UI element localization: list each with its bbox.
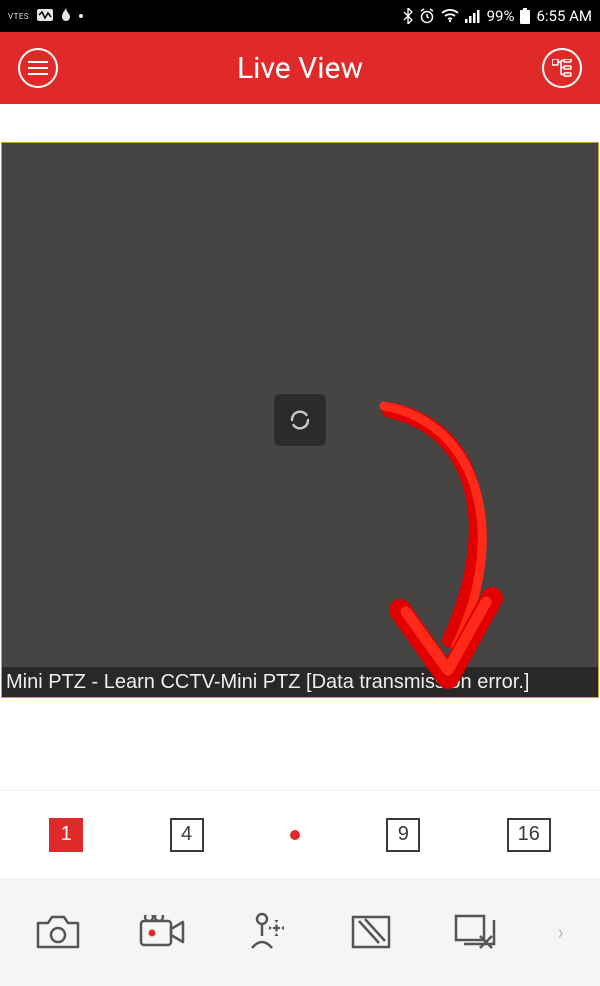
layout-4-button[interactable]: 4 bbox=[170, 818, 204, 852]
camera-icon bbox=[36, 915, 80, 949]
wifi-icon bbox=[441, 9, 459, 23]
status-right: 99% 6:55 AM bbox=[403, 7, 592, 25]
status-dot bbox=[79, 14, 83, 18]
ptz-icon bbox=[247, 912, 287, 952]
spacer bbox=[0, 698, 600, 790]
more-chevron-icon[interactable]: › bbox=[552, 920, 570, 944]
flame-icon bbox=[61, 8, 71, 25]
layout-9-label: 9 bbox=[398, 823, 409, 846]
video-frame[interactable]: Mini PTZ - Learn CCTV-Mini PTZ [Data tra… bbox=[1, 142, 599, 698]
layout-16-label: 16 bbox=[518, 823, 540, 846]
hamburger-icon bbox=[28, 61, 48, 75]
activity-icon bbox=[37, 9, 53, 24]
status-left: VTES bbox=[8, 8, 83, 25]
alarm-icon bbox=[419, 8, 435, 24]
stop-all-icon bbox=[454, 914, 496, 950]
ptz-button[interactable] bbox=[239, 904, 295, 960]
page-title: Live View bbox=[237, 51, 363, 86]
menu-button[interactable] bbox=[18, 48, 58, 88]
stop-all-button[interactable] bbox=[447, 904, 503, 960]
layout-tabs: 1 4 9 16 bbox=[0, 790, 600, 878]
device-tree-icon bbox=[552, 59, 572, 77]
quality-icon bbox=[351, 915, 391, 949]
refresh-icon bbox=[286, 406, 314, 434]
battery-pct-text: 99% bbox=[487, 7, 515, 25]
signal-icon bbox=[465, 9, 481, 23]
device-list-button[interactable] bbox=[542, 48, 582, 88]
page-indicator-dot bbox=[290, 830, 300, 840]
record-button[interactable] bbox=[134, 904, 190, 960]
battery-icon bbox=[520, 8, 530, 24]
layout-4-label: 4 bbox=[181, 823, 192, 846]
layout-9-button[interactable]: 9 bbox=[386, 818, 420, 852]
bluetooth-icon bbox=[403, 8, 413, 24]
refresh-button[interactable] bbox=[274, 394, 326, 446]
android-status-bar: VTES 99% 6:55 AM bbox=[0, 0, 600, 32]
snapshot-button[interactable] bbox=[30, 904, 86, 960]
quality-button[interactable] bbox=[343, 904, 399, 960]
video-record-icon bbox=[139, 915, 185, 949]
bottom-toolbar: › bbox=[0, 878, 600, 986]
video-caption: Mini PTZ - Learn CCTV-Mini PTZ [Data tra… bbox=[2, 667, 598, 697]
app-header: Live View bbox=[0, 32, 600, 104]
layout-16-button[interactable]: 16 bbox=[507, 818, 551, 852]
clock-text: 6:55 AM bbox=[536, 7, 592, 25]
status-text: VTES bbox=[8, 12, 29, 21]
layout-1-label: 1 bbox=[61, 823, 72, 846]
layout-1-button[interactable]: 1 bbox=[49, 818, 83, 852]
spacer bbox=[0, 104, 600, 142]
